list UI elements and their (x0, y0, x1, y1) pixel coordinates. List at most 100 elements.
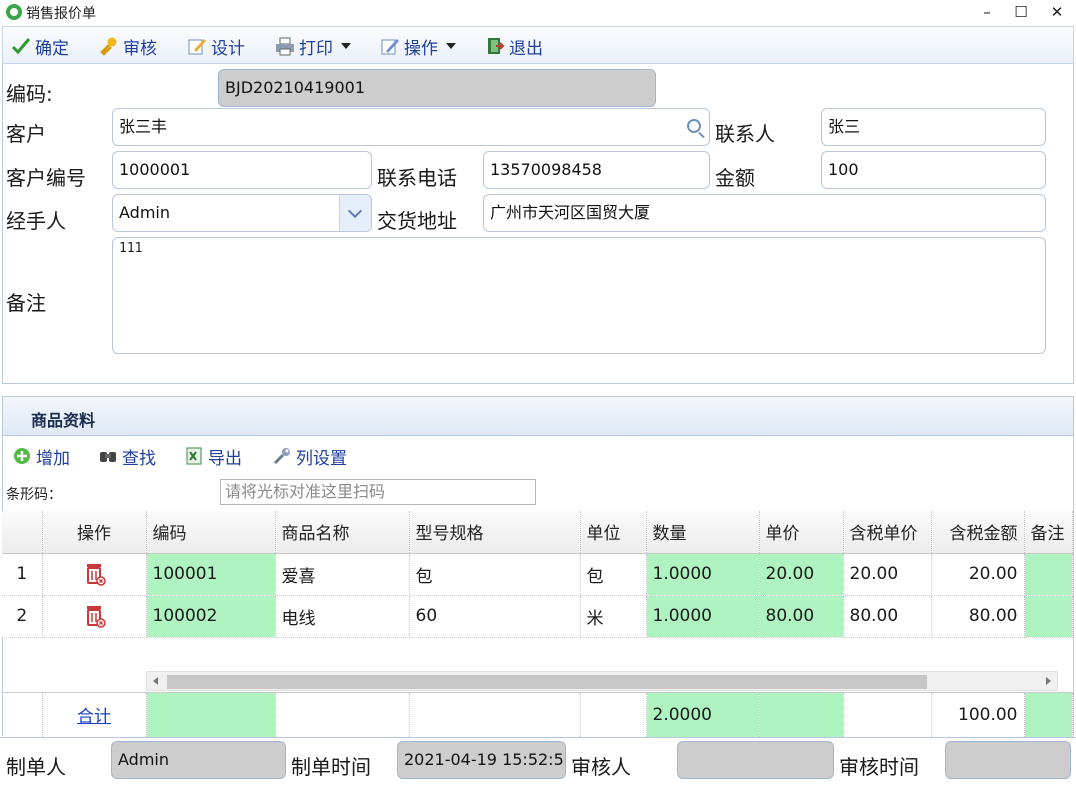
address-label: 交货地址 (377, 209, 457, 233)
minimize-button[interactable]: – (970, 0, 1004, 25)
spec-cell[interactable]: 60 (409, 595, 581, 638)
delete-row-button[interactable] (42, 553, 147, 596)
amount-label: 金额 (715, 166, 755, 190)
unit-cell[interactable]: 米 (580, 595, 647, 638)
price-cell[interactable]: 20.00 (759, 553, 844, 596)
code-cell[interactable]: 100001 (146, 553, 276, 596)
confirm-button[interactable]: 确定 (11, 35, 69, 59)
goods-section-header: 商品资料 (2, 396, 1074, 436)
make-time-field[interactable]: 2021-04-19 15:52:5 (397, 741, 566, 779)
column-settings-label: 列设置 (296, 448, 347, 469)
column-header[interactable]: 含税单价 (843, 511, 932, 554)
customer-no-label: 客户编号 (6, 166, 86, 190)
name-cell[interactable]: 爱喜 (275, 553, 410, 596)
unit-cell[interactable]: 包 (580, 553, 647, 596)
total-amount: 100.00 (931, 692, 1025, 737)
column-settings-button[interactable]: 列设置 (272, 445, 347, 469)
find-button[interactable]: 查找 (98, 445, 156, 469)
column-header[interactable]: 操作 (42, 511, 147, 554)
wrench-icon (272, 446, 292, 466)
handler-label: 经手人 (6, 209, 66, 233)
add-button[interactable]: 增加 (12, 445, 70, 469)
total-link[interactable]: 合计 (42, 692, 147, 737)
find-label: 查找 (122, 448, 156, 469)
tax-price-cell[interactable]: 20.00 (843, 553, 932, 596)
column-header[interactable]: 商品名称 (275, 511, 410, 554)
print-label: 打印 (299, 38, 333, 59)
total-qty: 2.0000 (646, 692, 760, 737)
column-header[interactable]: 备注 (1024, 511, 1073, 554)
exit-label: 退出 (509, 38, 543, 59)
add-icon (12, 446, 32, 466)
summary-cell (759, 692, 844, 737)
contact-field[interactable]: 张三 (821, 108, 1046, 146)
window-title: 销售报价单 (26, 6, 96, 22)
remark-textarea[interactable]: 111 (112, 237, 1046, 354)
code-cell[interactable]: 100002 (146, 595, 276, 638)
audit-button[interactable]: 审核 (99, 35, 157, 59)
binoculars-icon (98, 446, 118, 466)
address-field[interactable]: 广州市天河区国贸大厦 (483, 194, 1046, 232)
summary-cell (1024, 692, 1073, 737)
trash-icon (84, 604, 106, 628)
customer-field[interactable]: 张三丰 (112, 108, 710, 146)
operation-icon (380, 36, 400, 56)
column-header[interactable]: 数量 (646, 511, 760, 554)
column-header[interactable]: 型号规格 (409, 511, 581, 554)
print-button[interactable]: 打印 (275, 35, 351, 59)
qty-cell[interactable]: 1.0000 (646, 553, 760, 596)
scroll-left-icon[interactable] (153, 677, 158, 685)
add-label: 增加 (36, 448, 70, 469)
scroll-right-icon[interactable] (1046, 677, 1051, 685)
column-header[interactable]: 单价 (759, 511, 844, 554)
summary-cell (146, 692, 276, 737)
scroll-thumb[interactable] (167, 675, 927, 689)
maximize-button[interactable]: ☐ (1004, 0, 1038, 25)
export-button[interactable]: 导出 (184, 445, 242, 469)
tax-amount-cell[interactable]: 20.00 (931, 553, 1025, 596)
delete-row-button[interactable] (42, 595, 147, 638)
handler-select[interactable]: Admin (112, 194, 372, 232)
audit-time-field[interactable] (945, 741, 1071, 779)
barcode-input[interactable]: 请将光标对准这里扫码 (220, 479, 536, 505)
search-icon[interactable] (687, 119, 701, 133)
phone-field[interactable]: 13570098458 (483, 151, 710, 189)
price-cell[interactable]: 80.00 (759, 595, 844, 638)
customer-value: 张三丰 (119, 117, 168, 136)
exit-button[interactable]: 退出 (485, 35, 543, 59)
make-time-label: 制单时间 (291, 755, 371, 779)
customer-no-field[interactable]: 1000001 (112, 151, 372, 189)
table-row[interactable]: 1 100001 爱喜 包 包 1.0000 20.00 20.00 20.00 (2, 553, 1073, 596)
table-header-row: 操作 编码 商品名称 型号规格 单位 数量 单价 含税单价 含税金额 备注 (2, 511, 1073, 554)
close-button[interactable]: ✕ (1040, 0, 1074, 25)
operate-button[interactable]: 操作 (380, 35, 456, 59)
goods-table: 操作 编码 商品名称 型号规格 单位 数量 单价 含税单价 含税金额 备注 1 … (2, 511, 1073, 638)
table-row[interactable]: 2 100002 电线 60 米 1.0000 80.00 80.00 80.0… (2, 595, 1073, 638)
amount-field[interactable]: 100 (821, 151, 1046, 189)
column-header[interactable]: 编码 (146, 511, 276, 554)
summary-cell (409, 692, 581, 737)
auditor-field[interactable] (677, 741, 834, 779)
design-label: 设计 (211, 38, 245, 59)
tax-amount-cell[interactable]: 80.00 (931, 595, 1025, 638)
design-button[interactable]: 设计 (187, 35, 245, 59)
row-number-header (2, 511, 43, 554)
key-icon (99, 36, 119, 56)
remark-cell[interactable] (1024, 595, 1073, 638)
goods-section-title: 商品资料 (31, 411, 96, 430)
remark-cell[interactable] (1024, 553, 1073, 596)
qty-cell[interactable]: 1.0000 (646, 595, 760, 638)
row-number: 1 (2, 553, 43, 596)
total-label: 合计 (77, 707, 111, 728)
column-header[interactable]: 单位 (580, 511, 647, 554)
column-header[interactable]: 含税金额 (931, 511, 1025, 554)
code-field[interactable]: BJD20210419001 (218, 69, 656, 107)
spec-cell[interactable]: 包 (409, 553, 581, 596)
horizontal-scrollbar[interactable] (146, 671, 1058, 691)
chevron-down-icon (341, 43, 351, 49)
tax-price-cell[interactable]: 80.00 (843, 595, 932, 638)
chevron-down-icon[interactable] (339, 195, 371, 231)
name-cell[interactable]: 电线 (275, 595, 410, 638)
maker-field[interactable]: Admin (111, 741, 286, 779)
summary-row: 合计 2.0000 100.00 (2, 692, 1073, 737)
